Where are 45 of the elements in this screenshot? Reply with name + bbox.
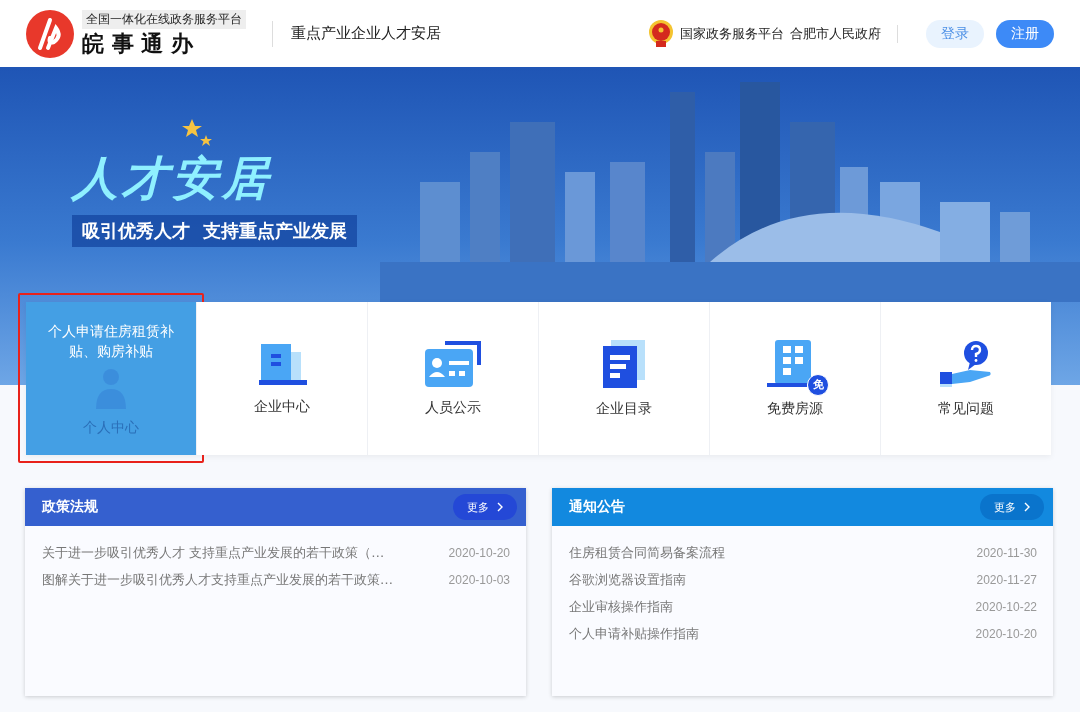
more-button[interactable]: 更多	[980, 494, 1044, 520]
news-date: 2020-10-22	[975, 600, 1037, 614]
register-button[interactable]: 注册	[996, 19, 1054, 48]
news-date: 2020-11-27	[976, 573, 1037, 587]
news-link[interactable]: 图解关于进一步吸引优秀人才支持重点产业发展的若干政策…	[42, 571, 393, 589]
menu-tile[interactable]: 企业目录	[539, 302, 709, 455]
news-link[interactable]: 企业审核操作指南	[569, 598, 673, 616]
banner-title: 人才安居	[72, 151, 272, 205]
hand-question-icon	[940, 339, 992, 388]
logo-icon	[26, 9, 74, 58]
more-button[interactable]: 更多	[453, 494, 517, 520]
panel-title: 政策法规	[42, 498, 98, 516]
tile-label: 企业目录	[596, 399, 652, 418]
tile-label: 免费房源	[767, 399, 823, 418]
free-badge: 免	[807, 373, 829, 396]
login-button[interactable]: 登录	[926, 19, 984, 48]
news-link[interactable]: 谷歌浏览器设置指南	[569, 571, 686, 589]
chevron-right-icon	[1024, 502, 1030, 512]
menu-tile[interactable]: 人员公示	[368, 302, 538, 455]
menu-tile[interactable]: 企业中心	[197, 302, 367, 455]
site-title: 重点产业企业人才安居	[291, 24, 441, 43]
news-link[interactable]: 个人申请补贴操作指南	[569, 625, 699, 643]
banner-slogan: 吸引优秀人才 支持重点产业发展	[72, 215, 357, 247]
building-icon	[257, 341, 307, 386]
document-icon	[603, 339, 645, 388]
menu-tile[interactable]: 常见问题	[881, 302, 1051, 455]
news-date: 2020-10-20	[975, 627, 1037, 641]
logo-name: 皖 事 通 办	[82, 31, 194, 57]
gov-link[interactable]: 合肥市人民政府	[790, 24, 881, 43]
tile-label: 企业中心	[254, 397, 310, 416]
chevron-right-icon	[497, 502, 503, 512]
tile-description: 个人申请住房租赁补贴、购房补贴	[47, 321, 175, 361]
news-link[interactable]: 住房租赁合同简易备案流程	[569, 544, 725, 562]
gov-link[interactable]: 国家政务服务平台	[680, 24, 784, 43]
menu-tile[interactable]: 免 免费房源	[710, 302, 880, 455]
news-date: 2020-10-03	[448, 573, 510, 587]
panel-title: 通知公告	[569, 498, 625, 516]
tile-label: 人员公示	[425, 398, 481, 417]
news-date: 2020-11-30	[976, 546, 1037, 560]
emblem-icon	[648, 18, 674, 49]
news-link[interactable]: 关于进一步吸引优秀人才 支持重点产业发展的若干政策（…	[42, 544, 385, 562]
logo-tagline: 全国一体化在线政务服务平台	[82, 10, 246, 29]
news-date: 2020-10-20	[448, 546, 510, 560]
id-card-icon	[425, 340, 481, 387]
tile-label: 常见问题	[938, 399, 994, 418]
